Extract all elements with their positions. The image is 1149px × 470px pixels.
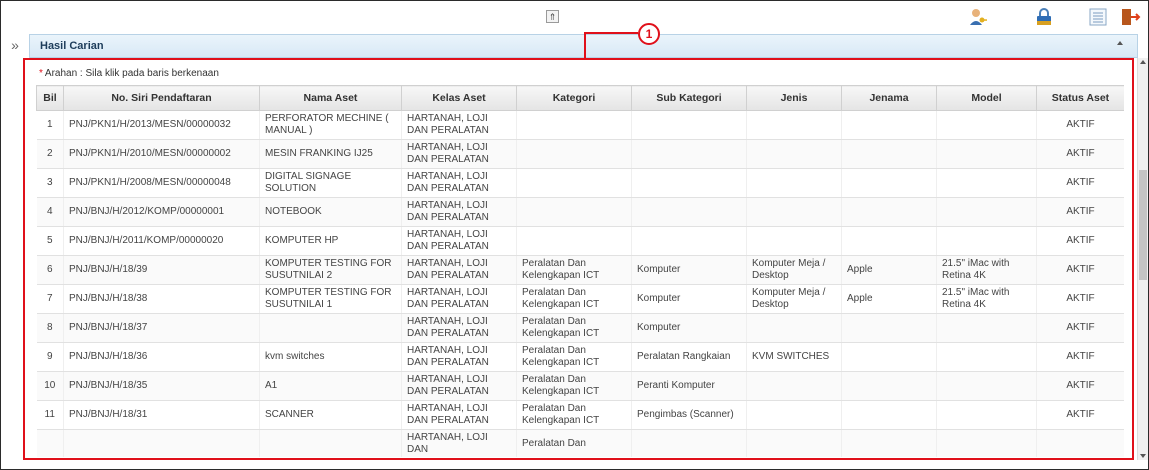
callout-highlight-box — [23, 58, 1134, 460]
scrollbar-thumb[interactable] — [1139, 170, 1147, 280]
expand-sidebar-icon[interactable]: » — [1, 34, 29, 58]
callout-number-badge: 1 — [638, 23, 660, 45]
app-window: ⇑ » Hasil Carian * Arahan: Sila klik pa… — [0, 0, 1149, 470]
callout-leader-line — [584, 32, 586, 59]
user-key-icon[interactable] — [966, 6, 988, 28]
top-toolbar: ⇑ — [1, 1, 1148, 33]
callout-leader-line — [584, 32, 638, 34]
list-view-icon[interactable] — [1087, 6, 1109, 28]
lock-icon[interactable] — [1033, 6, 1055, 28]
collapse-up-icon[interactable]: ⇑ — [546, 10, 559, 23]
panel-title: Hasil Carian — [40, 40, 104, 52]
collapse-panel-icon[interactable] — [1117, 41, 1123, 45]
vertical-scrollbar[interactable] — [1137, 58, 1148, 460]
scroll-down-icon[interactable] — [1140, 454, 1146, 458]
scroll-up-icon[interactable] — [1140, 60, 1146, 64]
logout-icon[interactable] — [1119, 6, 1141, 28]
